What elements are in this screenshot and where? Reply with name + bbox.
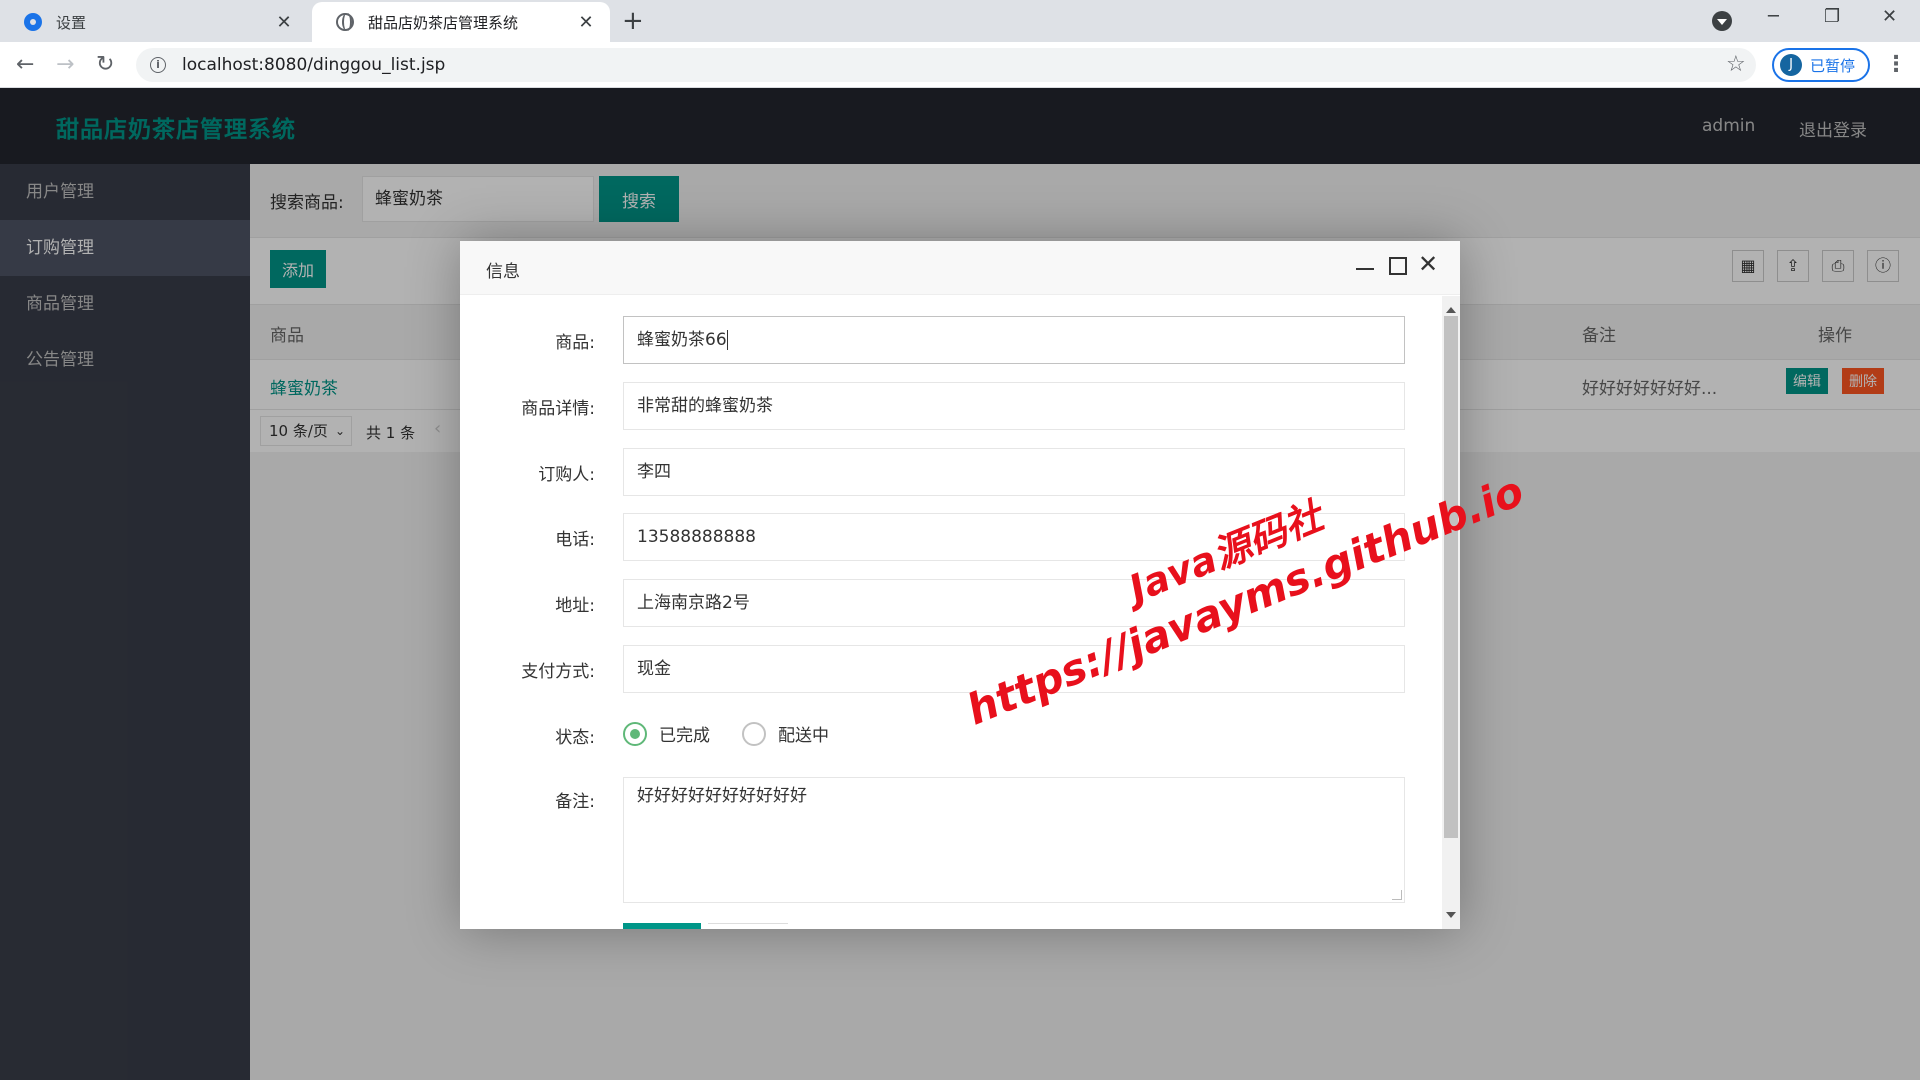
scroll-thumb[interactable] bbox=[1444, 316, 1458, 838]
resize-handle-icon[interactable] bbox=[1392, 890, 1402, 900]
product-field[interactable]: 蜂蜜奶茶66 bbox=[623, 316, 1405, 364]
close-icon[interactable]: ✕ bbox=[1418, 252, 1438, 276]
url-text: localhost:8080/dinggou_list.jsp bbox=[182, 55, 446, 75]
browser-tab-bar: 设置 ✕ 甜品店奶茶店管理系统 ✕ + ─ ❐ ✕ bbox=[0, 0, 1920, 42]
phone-label: 电话: bbox=[555, 530, 595, 550]
radio-delivering-label[interactable]: 配送中 bbox=[778, 721, 829, 746]
more-menu-icon[interactable]: ⋮ bbox=[1885, 52, 1907, 77]
submit-button[interactable] bbox=[623, 923, 701, 929]
forward-arrow-icon[interactable]: → bbox=[56, 52, 74, 78]
buyer-field[interactable]: 李四 bbox=[623, 448, 1405, 496]
restore-window-button[interactable]: ❐ bbox=[1824, 6, 1840, 27]
close-icon[interactable]: ✕ bbox=[576, 12, 596, 33]
minimize-window-button[interactable]: ─ bbox=[1768, 6, 1779, 27]
maximize-icon[interactable] bbox=[1389, 257, 1407, 275]
detail-field[interactable]: 非常甜的蜂蜜奶茶 bbox=[623, 382, 1405, 430]
scroll-down-arrow-icon[interactable] bbox=[1446, 912, 1456, 923]
notes-label: 备注: bbox=[555, 792, 595, 812]
dialog-title: 信息 bbox=[486, 262, 520, 282]
buyer-label: 订购人: bbox=[538, 465, 595, 485]
notes-textarea[interactable]: 好好好好好好好好好好 bbox=[623, 777, 1405, 903]
info-icon[interactable]: i bbox=[150, 57, 166, 73]
radio-delivering[interactable] bbox=[742, 721, 766, 746]
product-label: 商品: bbox=[555, 333, 595, 353]
tab-settings[interactable]: 设置 ✕ bbox=[0, 2, 308, 42]
browser-toolbar: ← → ↻ i localhost:8080/dinggou_list.jsp … bbox=[0, 42, 1920, 88]
dialog-form: 商品: 蜂蜜奶茶66 商品详情: 非常甜的蜂蜜奶茶 订购人: 李四 电话: 13… bbox=[460, 296, 1460, 929]
tab-title: 设置 bbox=[56, 13, 87, 32]
detail-label: 商品详情: bbox=[521, 399, 595, 419]
product-value: 蜂蜜奶茶66 bbox=[637, 330, 727, 350]
profile-status: 已暂停 bbox=[1810, 56, 1856, 75]
close-window-button[interactable]: ✕ bbox=[1882, 6, 1897, 27]
close-icon[interactable]: ✕ bbox=[274, 12, 294, 33]
tab-app[interactable]: 甜品店奶茶店管理系统 ✕ bbox=[312, 2, 610, 42]
status-radio-group: 已完成 配送中 bbox=[623, 721, 861, 746]
payment-label: 支付方式: bbox=[521, 662, 595, 682]
dialog-scrollbar[interactable] bbox=[1442, 296, 1460, 929]
bookmark-star-icon[interactable]: ☆ bbox=[1726, 52, 1746, 77]
tab-search-icon[interactable] bbox=[1712, 11, 1732, 31]
new-tab-button[interactable]: + bbox=[622, 8, 644, 34]
scroll-up-arrow-icon[interactable] bbox=[1446, 302, 1456, 313]
avatar: J bbox=[1780, 54, 1802, 76]
address-label: 地址: bbox=[555, 596, 595, 616]
radio-completed-label[interactable]: 已完成 bbox=[659, 721, 710, 746]
globe-icon bbox=[336, 13, 354, 31]
profile-button[interactable]: J 已暂停 bbox=[1772, 48, 1870, 82]
status-label: 状态: bbox=[555, 728, 595, 748]
notes-value: 好好好好好好好好好好 bbox=[637, 786, 807, 806]
radio-completed[interactable] bbox=[623, 721, 647, 746]
dialog-title-bar: 信息 ✕ bbox=[460, 241, 1460, 295]
reload-icon[interactable]: ↻ bbox=[96, 52, 114, 78]
back-arrow-icon[interactable]: ← bbox=[16, 52, 34, 78]
reset-button[interactable] bbox=[708, 923, 788, 929]
tab-title: 甜品店奶茶店管理系统 bbox=[368, 13, 519, 32]
address-bar[interactable]: i localhost:8080/dinggou_list.jsp bbox=[136, 48, 1756, 82]
gear-icon bbox=[24, 13, 42, 31]
text-cursor bbox=[726, 330, 728, 350]
minimize-icon[interactable] bbox=[1356, 255, 1374, 277]
